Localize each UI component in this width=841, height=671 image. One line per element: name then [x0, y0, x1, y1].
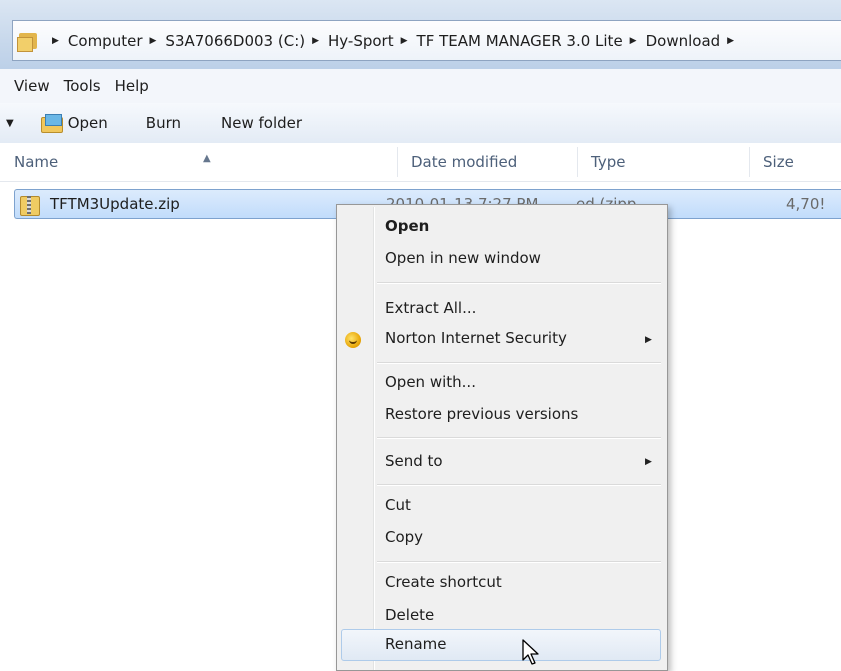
- breadcrumb-tf-team-manager[interactable]: TF TEAM MANAGER 3.0 Lite: [417, 32, 623, 50]
- chevron-right-icon[interactable]: ▶: [150, 36, 157, 46]
- burn-button[interactable]: Burn: [146, 114, 181, 132]
- menu-separator: [377, 561, 661, 563]
- menu-item-extract-all[interactable]: Extract All...: [385, 299, 476, 317]
- context-menu: Open Open in new window Extract All... N…: [336, 204, 668, 671]
- chevron-right-icon[interactable]: ▶: [52, 36, 59, 46]
- menu-item-norton[interactable]: Norton Internet Security: [385, 329, 567, 347]
- chevron-right-icon[interactable]: ▶: [312, 36, 319, 46]
- menu-icon-gutter: [373, 207, 375, 670]
- file-name: TFTM3Update.zip: [50, 195, 180, 213]
- column-size[interactable]: Size: [763, 153, 794, 171]
- menu-item-open-new-window[interactable]: Open in new window: [385, 249, 541, 267]
- menu-item-restore-previous[interactable]: Restore previous versions: [385, 405, 578, 423]
- open-button-label: Open: [67, 114, 108, 132]
- menu-view[interactable]: View: [14, 77, 50, 95]
- column-divider[interactable]: [577, 147, 578, 177]
- mouse-pointer-icon: [522, 639, 539, 665]
- chevron-right-icon[interactable]: ▶: [727, 36, 734, 46]
- open-button[interactable]: Open: [40, 114, 108, 133]
- norton-icon: [345, 332, 361, 348]
- menu-bar: View Tools Help: [0, 69, 841, 103]
- menu-item-open[interactable]: Open: [385, 217, 429, 235]
- menu-help[interactable]: Help: [115, 77, 149, 95]
- menu-item-cut[interactable]: Cut: [385, 496, 411, 514]
- menu-separator: [377, 437, 661, 439]
- submenu-arrow-icon: ▶: [645, 457, 652, 467]
- column-type[interactable]: Type: [591, 153, 625, 171]
- column-headers: ▲ Name Date modified Type Size: [0, 143, 841, 182]
- address-bar: ▶ Computer ▶ S3A7066D003 (C:) ▶ Hy-Sport ▶ …: [0, 0, 841, 69]
- menu-separator: [377, 362, 661, 364]
- new-folder-button-label: New folder: [221, 114, 303, 132]
- menu-item-open-with[interactable]: Open with...: [385, 373, 476, 391]
- menu-item-copy[interactable]: Copy: [385, 528, 423, 546]
- menu-separator: [377, 282, 661, 284]
- folder-icon: [17, 30, 41, 52]
- column-divider[interactable]: [749, 147, 750, 177]
- chevron-right-icon[interactable]: ▶: [630, 36, 637, 46]
- breadcrumb[interactable]: ▶ Computer ▶ S3A7066D003 (C:) ▶ Hy-Sport ▶ …: [12, 20, 841, 61]
- breadcrumb-hy-sport[interactable]: Hy-Sport: [328, 32, 394, 50]
- breadcrumb-drive[interactable]: S3A7066D003 (C:): [165, 32, 305, 50]
- submenu-arrow-icon: ▶: [645, 335, 652, 345]
- column-date-modified[interactable]: Date modified: [411, 153, 517, 171]
- menu-item-send-to[interactable]: Send to: [385, 452, 443, 470]
- file-size: 4,70!: [786, 195, 826, 213]
- command-bar: ▼ Open Burn New folder: [0, 103, 841, 144]
- menu-separator: [377, 484, 661, 486]
- open-folder-icon: [40, 114, 64, 133]
- sort-ascending-icon: ▲: [203, 153, 211, 164]
- breadcrumb-download[interactable]: Download: [646, 32, 721, 50]
- chevron-right-icon[interactable]: ▶: [401, 36, 408, 46]
- menu-item-create-shortcut[interactable]: Create shortcut: [385, 573, 502, 591]
- menu-item-rename[interactable]: Rename: [385, 635, 447, 653]
- zip-folder-icon: [20, 193, 40, 216]
- dropdown-arrow-icon[interactable]: ▼: [6, 118, 14, 129]
- new-folder-button[interactable]: New folder: [221, 114, 302, 132]
- menu-tools[interactable]: Tools: [64, 77, 101, 95]
- menu-item-delete[interactable]: Delete: [385, 606, 434, 624]
- column-divider[interactable]: [397, 147, 398, 177]
- breadcrumb-computer[interactable]: Computer: [68, 32, 143, 50]
- burn-button-label: Burn: [145, 114, 181, 132]
- column-name[interactable]: Name: [14, 153, 58, 171]
